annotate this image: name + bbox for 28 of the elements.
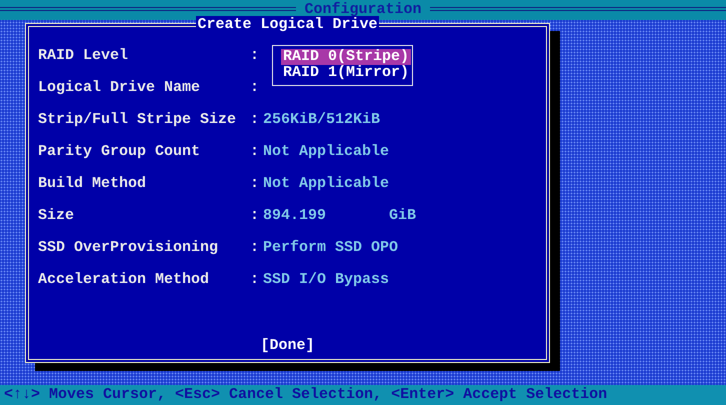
field-label: Build Method xyxy=(38,175,148,194)
separator: : xyxy=(250,207,260,226)
dropdown-option[interactable]: RAID 0(Stripe) xyxy=(281,49,412,65)
field-label: Strip/Full Stripe Size xyxy=(38,111,238,130)
field-label: SSD OverProvisioning xyxy=(38,239,220,258)
field-label: Acceleration Method xyxy=(38,271,210,290)
separator: : xyxy=(250,175,260,194)
field-value[interactable]: SSD I/O Bypass xyxy=(263,271,390,303)
field-value[interactable]: 894.199 xyxy=(263,207,326,239)
separator: : xyxy=(250,271,260,290)
unit-label: GiB xyxy=(389,207,416,226)
field-label: Parity Group Count xyxy=(38,143,202,162)
field-label: Size xyxy=(38,207,76,226)
separator: : xyxy=(250,111,260,130)
done-button[interactable]: [Done] xyxy=(260,337,314,354)
field-value[interactable]: 256KiB/512KiB xyxy=(263,111,380,143)
field-value[interactable]: Not Applicable xyxy=(263,175,390,207)
separator: : xyxy=(250,143,260,162)
status-bar: <↑↓> Moves Cursor, <Esc> Cancel Selection, <Enter> Accept Selection xyxy=(0,385,726,405)
field-label: Logical Drive Name xyxy=(38,79,202,98)
dialog-title: Create Logical Drive xyxy=(196,16,379,33)
field-value[interactable]: Not Applicable xyxy=(263,143,390,175)
field-value[interactable]: Perform SSD OPO xyxy=(263,239,398,271)
separator: : xyxy=(250,79,260,98)
separator: : xyxy=(250,47,260,66)
field-label: RAID Level xyxy=(38,47,130,66)
dropdown-option[interactable]: RAID 1(Mirror) xyxy=(281,65,412,81)
separator: : xyxy=(250,239,260,258)
